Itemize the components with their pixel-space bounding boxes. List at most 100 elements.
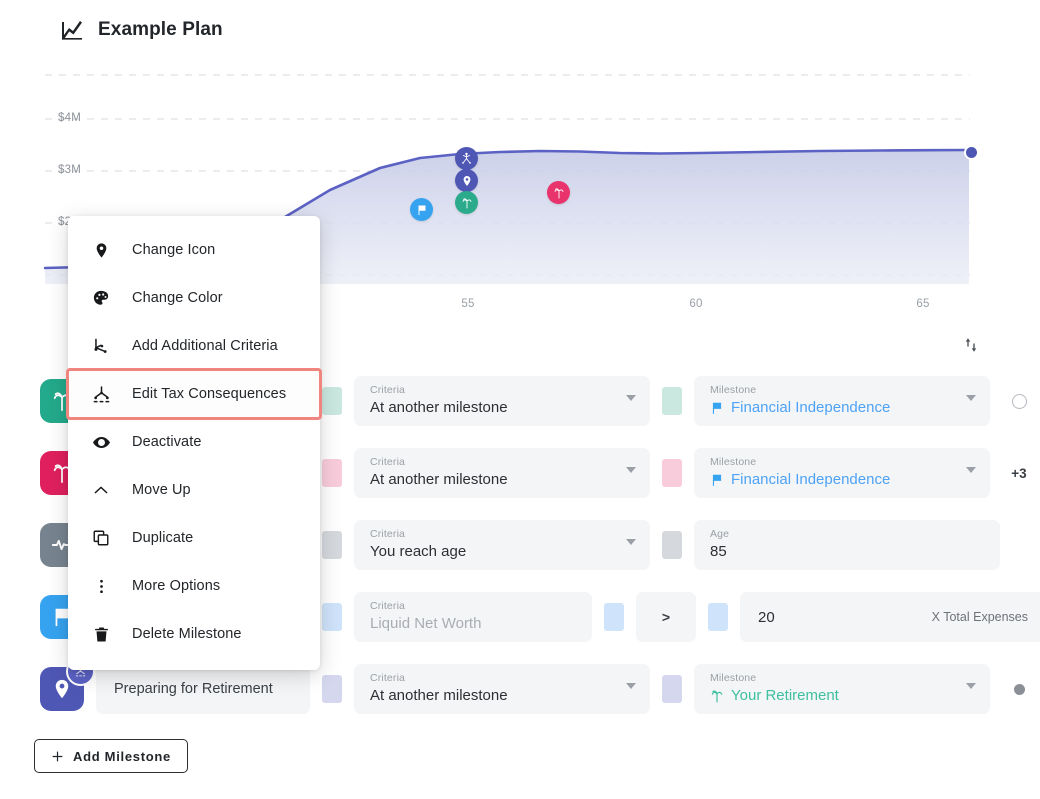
chevron-down-icon[interactable] — [966, 395, 976, 401]
criteria-value: You reach age — [370, 541, 634, 563]
menu-item-label: Duplicate — [132, 530, 193, 546]
row-end-control — [996, 394, 1040, 409]
value-color-swatch — [708, 603, 728, 631]
criteria-select[interactable]: Criteria Liquid Net Worth — [354, 592, 592, 642]
menu-item-more-options[interactable]: More Options — [68, 562, 320, 610]
milestone-context-menu: Change Icon Change Color Add Ad — [68, 216, 320, 670]
criteria-color-swatch — [322, 603, 342, 631]
chart-line-icon — [60, 18, 84, 42]
chart-marker-people[interactable] — [455, 147, 478, 170]
map-pin-icon — [90, 242, 112, 259]
row-end-control: +3 — [996, 466, 1040, 481]
criteria-select[interactable]: Criteria At another milestone — [354, 376, 650, 426]
milestone-select[interactable]: Milestone Your Retirement — [694, 664, 990, 714]
milestone-value-wrap: Your Retirement — [710, 685, 974, 707]
sort-arrows-icon — [962, 336, 980, 354]
palm-tree-icon — [710, 689, 724, 703]
chevron-down-icon[interactable] — [626, 395, 636, 401]
criteria-select[interactable]: Criteria At another milestone — [354, 448, 650, 498]
operator-color-swatch — [604, 603, 624, 631]
age-color-swatch — [662, 531, 682, 559]
milestone-color-swatch — [662, 675, 682, 703]
chevron-down-icon[interactable] — [626, 539, 636, 545]
criteria-color-swatch — [322, 459, 342, 487]
add-milestone-label: Add Milestone — [73, 749, 171, 764]
age-input[interactable]: Age 85 — [694, 520, 1000, 570]
page-header: Example Plan — [60, 18, 223, 42]
criteria-label: Criteria — [370, 599, 576, 613]
criteria-label: Criteria — [370, 527, 634, 541]
menu-item-label: Change Color — [132, 290, 223, 306]
menu-item-move-up[interactable]: Move Up — [68, 466, 320, 514]
value-number: 20 — [758, 609, 775, 626]
criteria-color-swatch — [322, 675, 342, 703]
milestone-label: Milestone — [710, 671, 974, 685]
plus-icon — [51, 750, 64, 763]
chevron-down-icon[interactable] — [626, 683, 636, 689]
page-title: Example Plan — [98, 19, 223, 41]
menu-item-change-icon[interactable]: Change Icon — [68, 226, 320, 274]
flag-icon — [416, 204, 428, 216]
palm-tree-icon — [461, 197, 473, 209]
sort-toggle-button[interactable] — [958, 332, 984, 358]
age-value: 85 — [710, 541, 984, 563]
age-label: Age — [710, 527, 984, 541]
x-axis-tick: 60 — [689, 298, 702, 310]
chart-marker-palm-teal[interactable] — [455, 191, 478, 214]
status-ring-indicator[interactable] — [1012, 394, 1027, 409]
milestone-select[interactable]: Milestone Financial Independence — [694, 376, 990, 426]
menu-item-label: Deactivate — [132, 434, 202, 450]
criteria-label: Criteria — [370, 455, 634, 469]
menu-item-label: Move Up — [132, 482, 191, 498]
operator-value: > — [662, 609, 670, 625]
criteria-value: Liquid Net Worth — [370, 613, 576, 635]
chart-endpoint-dot — [964, 145, 979, 160]
criteria-value: At another milestone — [370, 397, 634, 419]
menu-item-edit-tax-consequences[interactable]: Edit Tax Consequences — [68, 370, 320, 418]
status-dot-indicator[interactable] — [1014, 684, 1025, 695]
milestone-value: Financial Independence — [731, 469, 890, 491]
value-unit: X Total Expenses — [932, 610, 1028, 624]
milestone-value-wrap: Financial Independence — [710, 397, 974, 419]
menu-item-duplicate[interactable]: Duplicate — [68, 514, 320, 562]
milestone-label: Milestone — [710, 383, 974, 397]
menu-item-label: More Options — [132, 578, 220, 594]
palette-icon — [90, 289, 112, 307]
y-axis-tick: $3M — [58, 164, 81, 176]
criteria-value: At another milestone — [370, 469, 634, 491]
chevron-down-icon[interactable] — [966, 683, 976, 689]
add-milestone-button[interactable]: Add Milestone — [34, 739, 188, 773]
additional-criteria-count[interactable]: +3 — [1011, 466, 1026, 481]
chart-marker-location[interactable] — [455, 169, 478, 192]
criteria-select[interactable]: Criteria At another milestone — [354, 664, 650, 714]
milestone-select[interactable]: Milestone Financial Independence — [694, 448, 990, 498]
criteria-label: Criteria — [370, 383, 634, 397]
chevron-down-icon[interactable] — [966, 467, 976, 473]
menu-item-delete-milestone[interactable]: Delete Milestone — [68, 610, 320, 658]
map-pin-icon — [461, 175, 473, 187]
menu-item-change-color[interactable]: Change Color — [68, 274, 320, 322]
x-axis-tick: 55 — [461, 298, 474, 310]
menu-item-add-additional-criteria[interactable]: Add Additional Criteria — [68, 322, 320, 370]
menu-item-label: Delete Milestone — [132, 626, 242, 642]
chevron-up-icon — [90, 481, 112, 499]
chart-marker-flag[interactable] — [410, 198, 433, 221]
criteria-color-swatch — [322, 387, 342, 415]
flag-icon — [710, 473, 724, 487]
eye-icon — [90, 433, 112, 452]
criteria-value: At another milestone — [370, 685, 634, 707]
operator-select[interactable]: > — [636, 592, 696, 642]
milestone-value: Your Retirement — [731, 685, 839, 707]
criteria-select[interactable]: Criteria You reach age — [354, 520, 650, 570]
milestone-label: Milestone — [710, 455, 974, 469]
chart-marker-palm-pink[interactable] — [547, 181, 570, 204]
x-axis-tick: 65 — [916, 298, 929, 310]
milestone-value: Financial Independence — [731, 397, 890, 419]
chevron-down-icon[interactable] — [626, 467, 636, 473]
milestone-icon-button[interactable] — [40, 667, 84, 711]
menu-item-deactivate[interactable]: Deactivate — [68, 418, 320, 466]
trash-icon — [90, 626, 112, 643]
value-input[interactable]: 20 X Total Expenses — [740, 592, 1040, 642]
milestone-color-swatch — [662, 387, 682, 415]
milestone-name-input[interactable]: Preparing for Retirement — [96, 664, 310, 714]
